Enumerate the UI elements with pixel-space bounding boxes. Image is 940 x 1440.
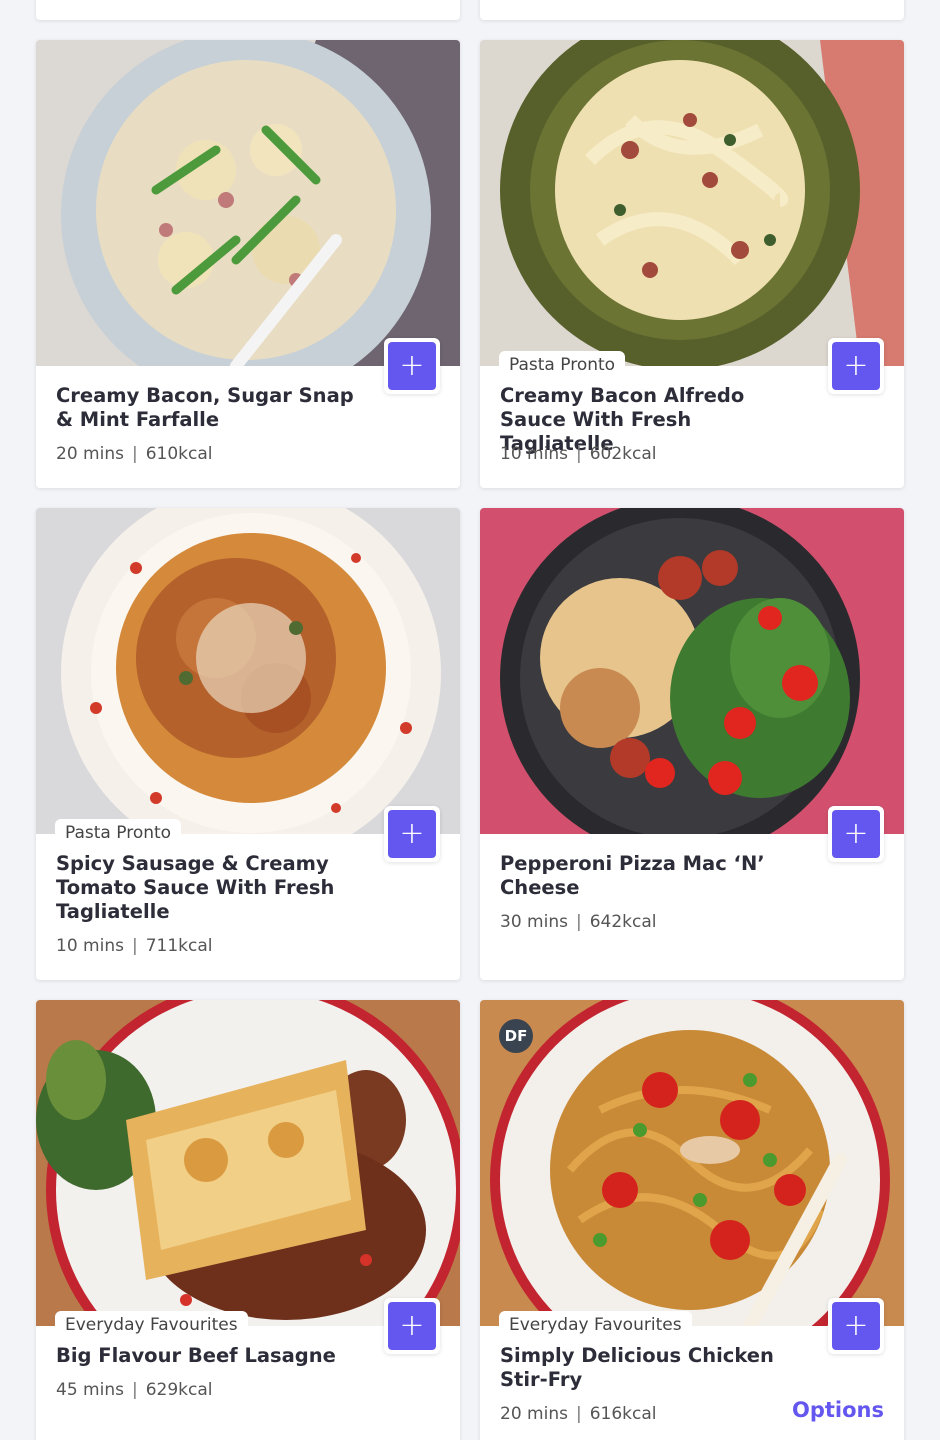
recipe-card[interactable]: Pasta Pronto + Spicy Sausage & Creamy To… xyxy=(36,508,460,980)
recipe-title[interactable]: Big Flavour Beef Lasagne xyxy=(56,1344,366,1368)
plus-icon: + xyxy=(388,1302,436,1350)
plus-icon: + xyxy=(832,810,880,858)
add-recipe-button[interactable]: + xyxy=(384,1298,440,1354)
add-recipe-button[interactable]: + xyxy=(384,806,440,862)
recipe-tag: Pasta Pronto xyxy=(499,351,626,378)
recipe-photo xyxy=(36,40,460,366)
recipe-meta: 20 mins | 616kcal xyxy=(500,1404,656,1424)
recipe-kcal: 642kcal xyxy=(589,912,657,932)
recipe-kcal: 629kcal xyxy=(145,1380,213,1400)
recipe-time: 30 mins xyxy=(500,912,568,932)
recipe-time: 45 mins xyxy=(56,1380,124,1400)
meta-separator: | xyxy=(575,912,582,932)
recipe-meta: 30 mins | 642kcal xyxy=(500,912,656,932)
recipe-title[interactable]: Spicy Sausage & Creamy Tomato Sauce With… xyxy=(56,852,346,924)
recipe-photo xyxy=(480,40,904,366)
recipe-title[interactable]: Simply Delicious Chicken Stir-Fry xyxy=(500,1344,800,1392)
recipe-time: 10 mins xyxy=(500,444,568,464)
add-recipe-button[interactable]: + xyxy=(384,338,440,394)
recipe-tag: Pasta Pronto xyxy=(55,819,182,846)
recipe-meta: 45 mins | 629kcal xyxy=(56,1380,212,1400)
recipe-photo xyxy=(480,1000,904,1326)
add-recipe-button[interactable]: + xyxy=(828,806,884,862)
recipe-kcal: 616kcal xyxy=(589,1404,657,1424)
recipe-title[interactable]: Creamy Bacon, Sugar Snap & Mint Farfalle xyxy=(56,384,366,432)
recipe-time: 20 mins xyxy=(56,444,124,464)
recipe-kcal: 602kcal xyxy=(589,444,657,464)
recipe-card[interactable]: Everyday Favourites + Big Flavour Beef L… xyxy=(36,1000,460,1440)
recipe-card-partial-right[interactable] xyxy=(480,0,904,20)
add-recipe-button[interactable]: + xyxy=(828,338,884,394)
meta-separator: | xyxy=(131,936,138,956)
recipe-card-partial-left[interactable] xyxy=(36,0,460,20)
meta-separator: | xyxy=(575,444,582,464)
meta-separator: | xyxy=(131,1380,138,1400)
recipe-meta: 20 mins | 610kcal xyxy=(56,444,212,464)
recipe-time: 10 mins xyxy=(56,936,124,956)
plus-icon: + xyxy=(388,342,436,390)
plus-icon: + xyxy=(388,810,436,858)
plus-icon: + xyxy=(832,342,880,390)
recipe-tag: Everyday Favourites xyxy=(55,1311,248,1338)
recipe-card[interactable]: DF Everyday Favourites + Simply Deliciou… xyxy=(480,1000,904,1440)
recipe-photo xyxy=(36,508,460,834)
recipe-card[interactable]: Pasta Pronto + Creamy Bacon Alfredo Sauc… xyxy=(480,40,904,488)
recipe-photo xyxy=(480,508,904,834)
recipe-card[interactable]: + Pepperoni Pizza Mac ‘N’ Cheese 30 mins… xyxy=(480,508,904,980)
dairy-free-badge: DF xyxy=(499,1019,533,1053)
meta-separator: | xyxy=(575,1404,582,1424)
recipe-tag: Everyday Favourites xyxy=(499,1311,692,1338)
recipe-kcal: 711kcal xyxy=(145,936,213,956)
recipe-photo xyxy=(36,1000,460,1326)
options-link[interactable]: Options xyxy=(792,1398,884,1422)
add-recipe-button[interactable]: + xyxy=(828,1298,884,1354)
recipe-meta: 10 mins | 711kcal xyxy=(56,936,212,956)
recipe-kcal: 610kcal xyxy=(145,444,213,464)
plus-icon: + xyxy=(832,1302,880,1350)
meta-separator: | xyxy=(131,444,138,464)
recipe-title[interactable]: Pepperoni Pizza Mac ‘N’ Cheese xyxy=(500,852,770,900)
recipe-time: 20 mins xyxy=(500,1404,568,1424)
recipe-meta: 10 mins | 602kcal xyxy=(500,444,656,464)
recipe-card[interactable]: + Creamy Bacon, Sugar Snap & Mint Farfal… xyxy=(36,40,460,488)
